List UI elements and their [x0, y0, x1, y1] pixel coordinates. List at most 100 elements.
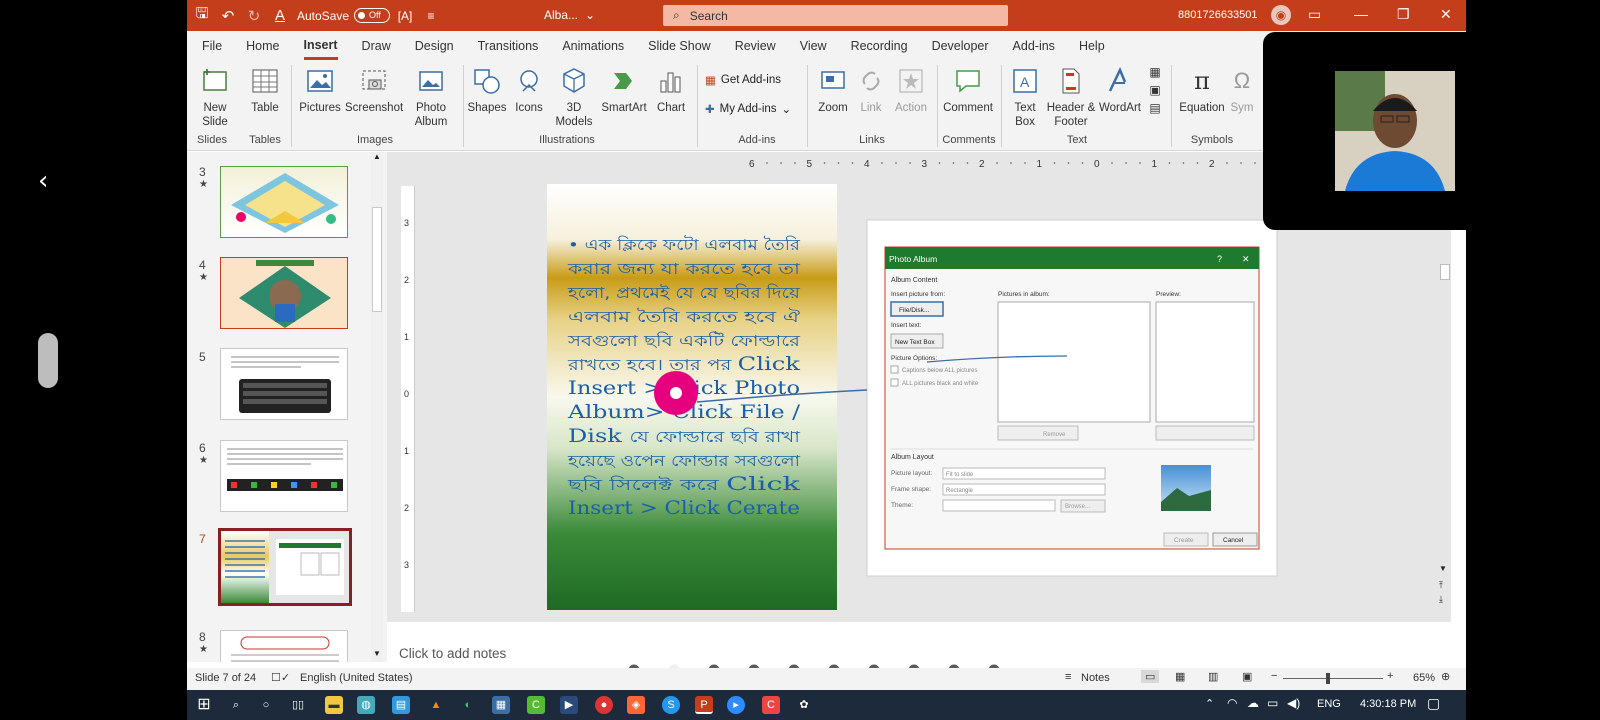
clock[interactable]: 4:30:18 PM — [1360, 698, 1416, 710]
slide-thumbnail-pane[interactable]: 3 ★ 4 ★ 5 6 ★ 7 8 ★ — [187, 152, 387, 662]
tab-insert[interactable]: Insert — [303, 33, 338, 60]
chrome-icon[interactable]: ● — [595, 696, 613, 714]
notes-toggle[interactable]: Notes — [1081, 672, 1110, 684]
symbol-button[interactable]: Ω Sym — [1227, 65, 1257, 115]
slide-thumbnail-3[interactable] — [220, 166, 348, 238]
document-title[interactable]: Alba... — [544, 8, 578, 22]
language-indicator[interactable]: English (United States) — [300, 672, 413, 684]
slide-thumbnail-5[interactable] — [220, 348, 348, 420]
normal-view-icon[interactable]: ▭ — [1141, 670, 1160, 683]
scroll-thumb[interactable] — [1440, 264, 1450, 280]
wifi-icon[interactable]: ◠ — [1227, 696, 1237, 710]
notes-pane[interactable]: Click to add notes — [387, 638, 1451, 662]
slide-thumbnail-6[interactable] — [220, 440, 348, 512]
autosave-switch[interactable]: Off — [354, 8, 391, 23]
task-view-icon[interactable]: ▯▯ — [289, 696, 307, 714]
tab-slide-show[interactable]: Slide Show — [648, 34, 711, 58]
language-indicator[interactable]: ENG — [1317, 698, 1341, 710]
side-handle[interactable] — [38, 333, 58, 388]
pictures-button[interactable]: Pictures — [297, 65, 343, 115]
battery-icon[interactable]: ▭ — [1267, 696, 1278, 710]
close-icon[interactable]: ✕ — [1440, 6, 1452, 23]
slide-thumbnail-8[interactable] — [220, 630, 348, 662]
save-icon[interactable]: 🖫 — [191, 5, 213, 27]
account-avatar-icon[interactable]: ◉ — [1271, 5, 1291, 25]
text-format-icon[interactable]: [A] — [394, 5, 416, 27]
ribbon-display-icon[interactable]: ▭ — [1308, 6, 1321, 23]
app-icon[interactable]: ▤ — [392, 696, 410, 714]
tab-design[interactable]: Design — [415, 34, 454, 58]
tab-view[interactable]: View — [800, 34, 827, 58]
notification-icon[interactable]: ▢ — [1427, 695, 1440, 712]
editor-right-scrollbar[interactable]: ▼ ⤒ ⤓ — [1439, 252, 1451, 622]
link-button[interactable]: Link — [853, 65, 889, 115]
action-button[interactable]: Action — [891, 65, 931, 115]
restore-icon[interactable]: ❐ — [1397, 6, 1410, 23]
redo-icon[interactable]: ↻ — [243, 5, 265, 27]
next-slide-icon[interactable]: ⤓ — [1439, 594, 1443, 605]
account-name[interactable]: 8801726633501 — [1178, 9, 1258, 21]
zoom-icon[interactable]: ▸ — [727, 696, 745, 714]
tab-recording[interactable]: Recording — [851, 34, 908, 58]
app-icon[interactable]: ◈ — [627, 696, 645, 714]
app-icon[interactable]: C — [527, 696, 545, 714]
zoom-button[interactable]: Zoom — [813, 65, 853, 115]
calculator-icon[interactable]: ▦ — [492, 696, 510, 714]
scroll-up-icon[interactable]: ▲ — [371, 152, 383, 161]
app-icon[interactable]: ◍ — [357, 696, 375, 714]
tab-transitions[interactable]: Transitions — [478, 34, 539, 58]
customize-qat-icon[interactable]: ≡ — [420, 5, 442, 27]
slide-thumbnail-4[interactable] — [220, 257, 348, 329]
tray-chevron-icon[interactable]: ⌃ — [1205, 697, 1214, 710]
skype-icon[interactable]: S — [662, 696, 680, 714]
screenshot-button[interactable]: Screenshot — [345, 65, 403, 115]
app-icon[interactable]: C — [762, 696, 780, 714]
chart-button[interactable]: Chart — [651, 65, 691, 115]
3d-models-button[interactable]: 3D Models — [549, 65, 599, 129]
tab-developer[interactable]: Developer — [932, 34, 989, 58]
thumbnail-scrollbar[interactable]: ▲ ▼ — [371, 152, 383, 662]
autosave-toggle[interactable]: AutoSave Off — [297, 8, 391, 23]
zoom-level[interactable]: 65% — [1413, 672, 1435, 684]
tab-draw[interactable]: Draw — [362, 34, 391, 58]
notes-icon[interactable]: ≡ — [1065, 671, 1071, 683]
equation-button[interactable]: π Equation — [1177, 65, 1227, 115]
comment-button[interactable]: Comment — [941, 65, 995, 115]
zoom-in-icon[interactable]: + — [1387, 670, 1393, 682]
windows-start-icon[interactable]: ⊞ — [195, 696, 213, 714]
vlc-icon[interactable]: ▲ — [427, 696, 445, 714]
tab-home[interactable]: Home — [246, 34, 279, 58]
slide-indicator[interactable]: Slide 7 of 24 — [195, 672, 256, 684]
shapes-button[interactable]: Shapes — [467, 65, 507, 115]
tab-add-ins[interactable]: Add-ins — [1013, 34, 1055, 58]
undo-icon[interactable]: ↶ — [217, 5, 239, 27]
cloud-icon[interactable]: ☁ — [1247, 696, 1259, 710]
wordart-button[interactable]: WordArt — [1097, 65, 1143, 115]
slide-canvas[interactable]: • এক ক্লিকে ফটো এলবাম তৈরি করার জন্য যা ক… — [547, 184, 1315, 624]
powerpoint-icon[interactable]: P — [695, 696, 713, 714]
minimize-icon[interactable]: — — [1354, 6, 1368, 22]
scroll-down-icon[interactable]: ▼ — [1439, 564, 1447, 573]
tab-help[interactable]: Help — [1079, 34, 1105, 58]
zoom-slider[interactable] — [1283, 673, 1383, 684]
photo-album-button[interactable]: Photo Album — [407, 65, 455, 129]
slide-sorter-icon[interactable]: ▦ — [1175, 670, 1185, 683]
tab-review[interactable]: Review — [735, 34, 776, 58]
font-color-icon[interactable]: A — [269, 5, 291, 27]
table-button[interactable]: Table — [245, 65, 285, 115]
header-footer-button[interactable]: Header & Footer — [1045, 65, 1097, 129]
slide-thumbnail-7[interactable] — [218, 528, 352, 606]
icons-button[interactable]: Icons — [511, 65, 547, 115]
app-icon[interactable]: ✿ — [795, 696, 813, 714]
reading-view-icon[interactable]: ▥ — [1208, 670, 1218, 683]
volume-icon[interactable]: ◀) — [1287, 696, 1300, 710]
tab-animations[interactable]: Animations — [562, 34, 624, 58]
prev-slide-icon[interactable]: ⤒ — [1439, 580, 1443, 591]
file-explorer-icon[interactable]: ▬ — [325, 696, 343, 714]
app-icon[interactable]: ▶ — [560, 696, 578, 714]
scroll-down-icon[interactable]: ▼ — [371, 649, 383, 658]
zoom-out-icon[interactable]: − — [1271, 670, 1277, 682]
get-add-ins-button[interactable]: ▦ Get Add-ins — [705, 73, 781, 87]
back-chevron-icon[interactable]: ‹ — [38, 166, 48, 196]
new-slide-button[interactable]: New Slide — [195, 65, 235, 129]
